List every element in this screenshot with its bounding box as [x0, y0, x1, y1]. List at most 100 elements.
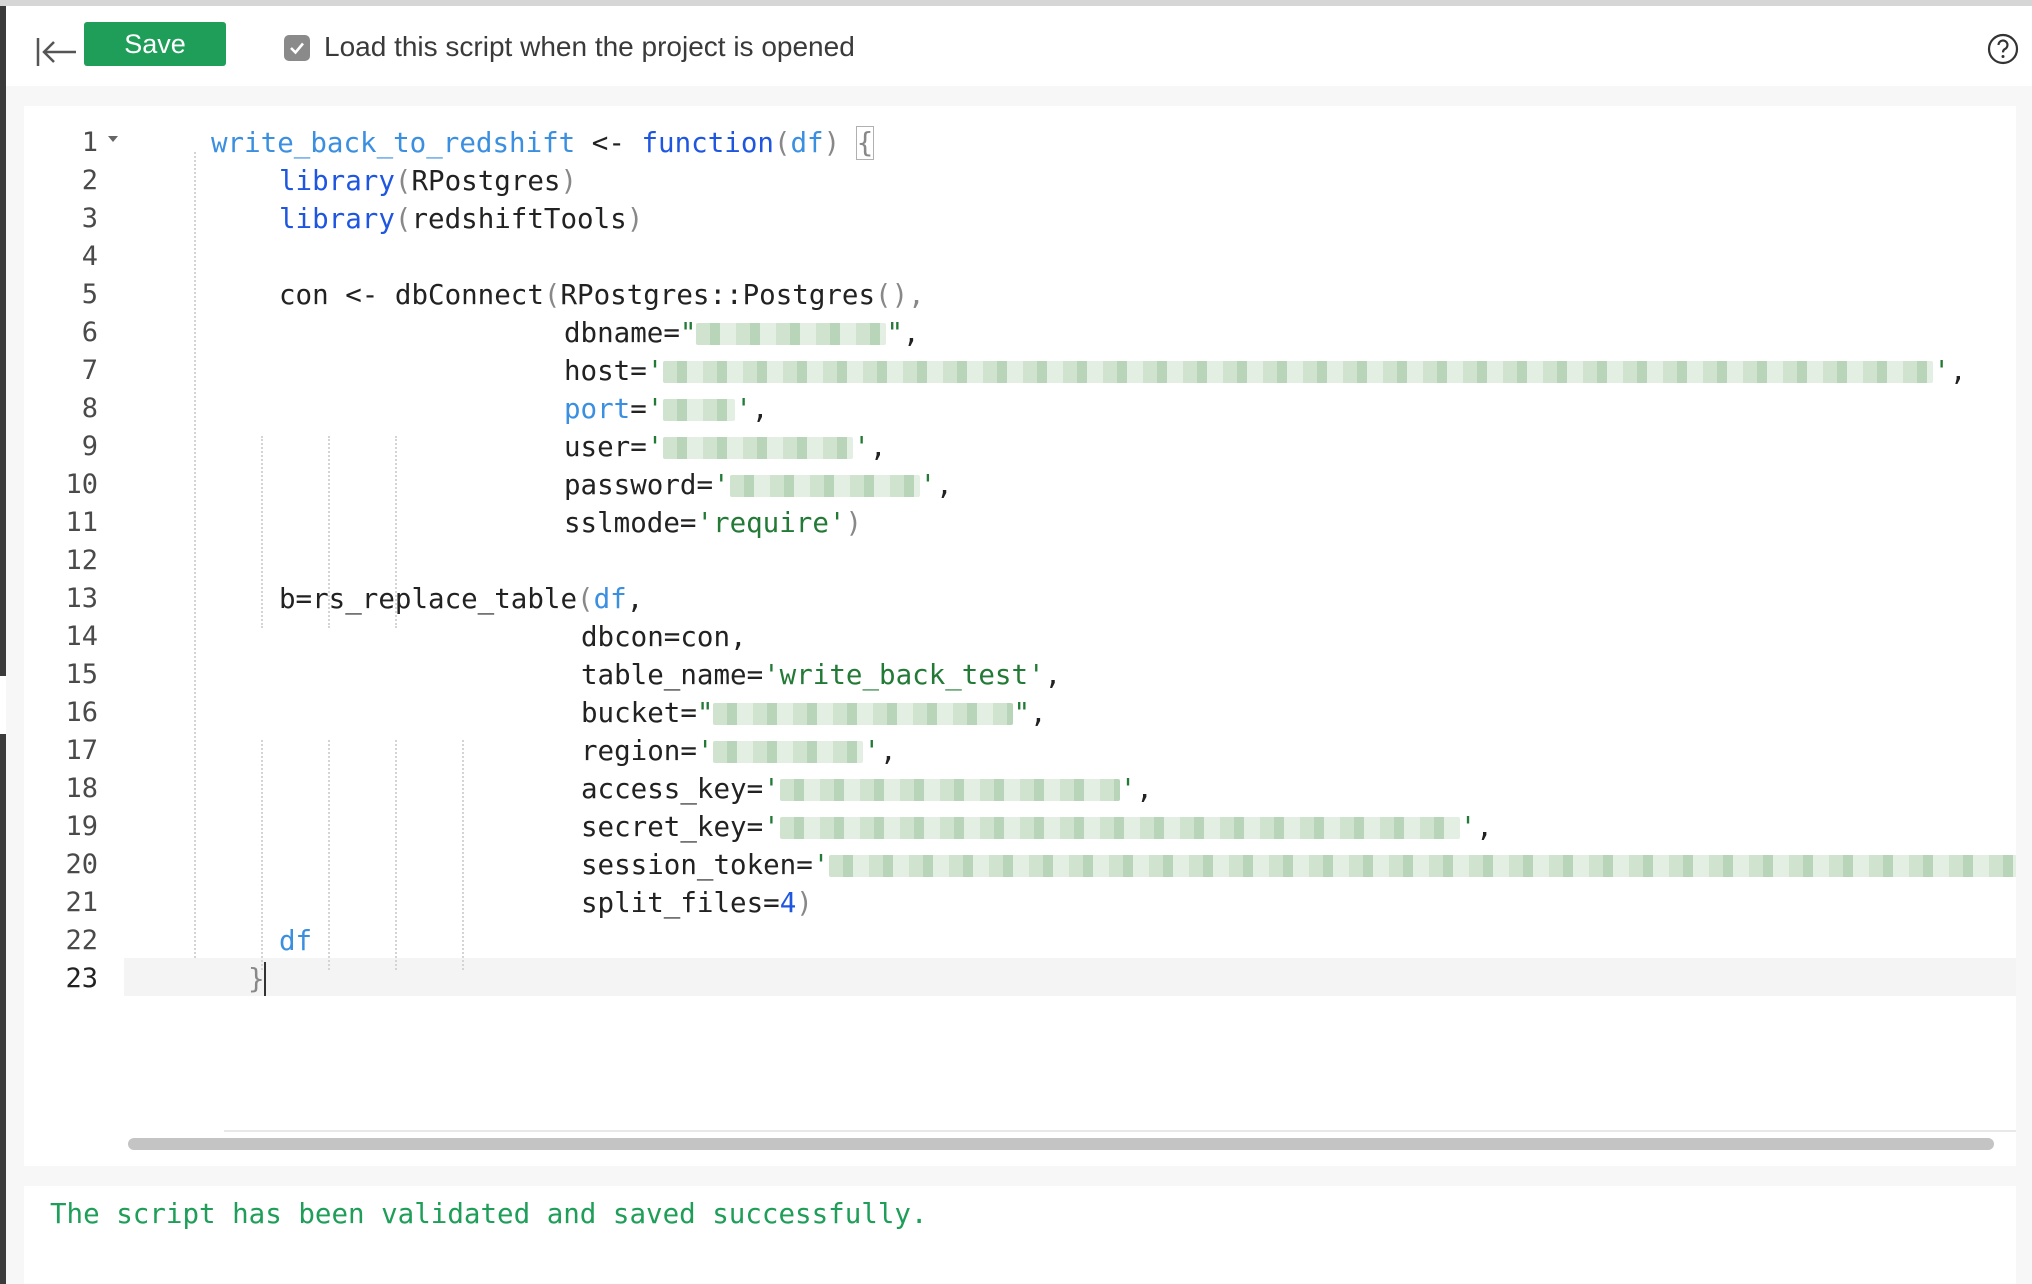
- function-name: write_back_to_redshift: [211, 127, 576, 159]
- redacted-value: [663, 361, 1934, 383]
- status-message: The script has been validated and saved …: [50, 1198, 928, 1230]
- code-line: session_token=': [581, 846, 2016, 884]
- code-line: table_name='write_back_test',: [581, 659, 1062, 691]
- line-number: 5: [81, 279, 98, 310]
- indent-guide: [194, 152, 196, 958]
- brace-token: {: [855, 126, 875, 160]
- line-number: 10: [65, 469, 98, 500]
- code-token: redshiftTools: [411, 203, 627, 235]
- number-token: 4: [779, 887, 797, 919]
- status-panel: The script has been validated and saved …: [24, 1186, 2016, 1284]
- editor-frame: [6, 86, 24, 1284]
- code-token: port: [564, 393, 631, 425]
- line-number: 18: [65, 773, 98, 804]
- keyword-token: library: [279, 203, 395, 235]
- argument-token: df: [593, 583, 627, 615]
- code-line: dbcon=con,: [581, 618, 747, 656]
- code-token: session_token=: [581, 849, 813, 881]
- paren-token: (: [773, 127, 791, 159]
- code-line: bucket=" ",: [581, 697, 1047, 729]
- editor-frame: [6, 1166, 2032, 1186]
- keyword-token: function: [641, 127, 774, 159]
- redacted-value: [663, 399, 736, 421]
- code-token: user=: [564, 431, 647, 463]
- line-number: 8: [81, 393, 98, 424]
- indent-guide: [328, 740, 330, 970]
- code-line: split_files=4): [581, 887, 813, 919]
- code-token: access_key=: [581, 773, 764, 805]
- help-circle-icon: [1987, 33, 2019, 65]
- code-line: b=rs_replace_table(df,: [279, 583, 644, 615]
- code-line: library(redshiftTools): [279, 203, 644, 235]
- redacted-value: [696, 323, 887, 345]
- redacted-value: [729, 475, 920, 497]
- indent-guide: [261, 740, 263, 970]
- line-number: 11: [65, 507, 98, 538]
- code-line: df: [279, 922, 312, 960]
- collapse-panel-button[interactable]: [34, 32, 80, 72]
- redacted-value: [713, 703, 1014, 725]
- redacted-value: [829, 855, 2016, 877]
- text-cursor: [264, 962, 266, 996]
- line-number: 7: [81, 355, 98, 386]
- horizontal-scrollbar[interactable]: [128, 1138, 1994, 1150]
- code-line: }: [248, 960, 265, 998]
- paren-token: ): [823, 127, 857, 159]
- code-token: host=: [564, 355, 647, 387]
- save-button[interactable]: Save: [84, 22, 226, 66]
- string-token: 'require': [696, 507, 846, 539]
- code-token: dbcon=con,: [581, 621, 747, 653]
- code-line: write_back_to_redshift <- function(df) {: [211, 124, 875, 162]
- code-token: split_files=: [581, 887, 780, 919]
- indent-guide: [261, 436, 263, 628]
- toolbar: Save Load this script when the project i…: [6, 6, 2032, 86]
- load-on-open-checkbox[interactable]: [284, 35, 310, 61]
- code-token: sslmode=: [564, 507, 697, 539]
- code-line: con <- dbConnect(RPostgres::Postgres(),: [279, 279, 925, 311]
- code-line: access_key=' ',: [581, 773, 1153, 805]
- code-token: b=rs_replace_table: [279, 583, 578, 615]
- code-token: df: [279, 925, 313, 957]
- code-token: secret_key=: [581, 811, 764, 843]
- code-token: bucket=: [581, 697, 697, 729]
- code-token: RPostgres: [411, 165, 561, 197]
- redacted-value: [663, 437, 854, 459]
- line-number: 9: [81, 431, 98, 462]
- code-token: con <- dbConnect: [279, 279, 544, 311]
- redacted-value: [779, 817, 1460, 839]
- code-line: library(RPostgres): [279, 165, 578, 197]
- string-token: 'write_back_test': [763, 659, 1045, 691]
- editor-frame: [2016, 86, 2032, 1284]
- code-line: host=' ',: [564, 355, 1967, 387]
- code-line: sslmode='require'): [564, 507, 863, 539]
- code-token: region=: [581, 735, 697, 767]
- code-token: dbname=: [564, 317, 680, 349]
- code-area[interactable]: write_back_to_redshift <- function(df) {…: [124, 106, 2016, 1136]
- line-number: 20: [65, 849, 98, 880]
- line-number: 3: [81, 203, 98, 234]
- line-number: 4: [81, 241, 98, 272]
- fold-arrow-icon[interactable]: [108, 136, 118, 142]
- line-number: 17: [65, 735, 98, 766]
- argument-token: df: [790, 127, 824, 159]
- redacted-value: [779, 779, 1120, 801]
- keyword-token: library: [279, 165, 395, 197]
- code-line: region=' ',: [581, 735, 897, 767]
- code-line: dbname=" ",: [564, 317, 920, 349]
- script-editor-window: Save Load this script when the project i…: [0, 0, 2032, 1284]
- code-editor[interactable]: 1 2 3 4 5 6 7 8 9 10 11 12 13 14 15 16 17 18 19 20 21 22 23 wr…: [24, 106, 2016, 1166]
- line-number: 6: [81, 317, 98, 348]
- load-on-open-label: Load this script when the project is ope…: [324, 31, 855, 62]
- redacted-value: [713, 741, 864, 763]
- line-number: 19: [65, 811, 98, 842]
- line-number: 23: [65, 963, 98, 994]
- line-number: 22: [65, 925, 98, 956]
- collapse-left-icon: [36, 38, 76, 66]
- help-button[interactable]: [1986, 32, 2020, 66]
- code-line: port=' ',: [564, 393, 769, 425]
- line-number: 12: [65, 545, 98, 576]
- code-line: secret_key=' ',: [581, 811, 1493, 843]
- line-number-gutter: 1 2 3 4 5 6 7 8 9 10 11 12 13 14 15 16 17 18 19 20 21 22 23: [24, 106, 124, 1166]
- line-number: 21: [65, 887, 98, 918]
- scrollbar-track: [224, 1130, 2016, 1132]
